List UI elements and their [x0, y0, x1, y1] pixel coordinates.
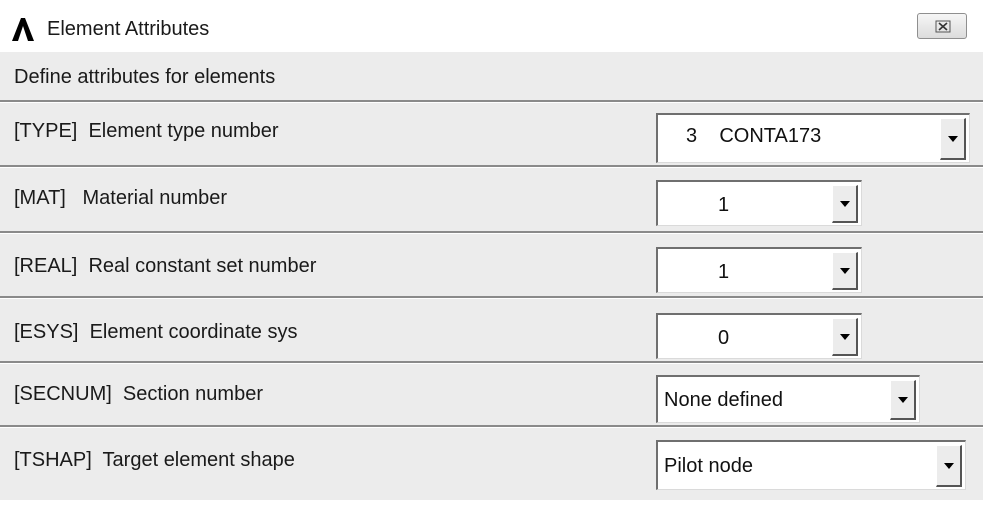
dialog-subtitle: Define attributes for elements: [14, 66, 276, 88]
real-select[interactable]: 1: [656, 247, 862, 293]
chevron-down-icon: [840, 201, 850, 207]
dialog-subheader: Define attributes for elements: [0, 52, 983, 100]
esys-dropdown-button[interactable]: [832, 318, 858, 356]
mat-select-value: 1: [718, 194, 730, 216]
mat-label: [MAT] Material number: [14, 187, 228, 209]
separator: [0, 361, 983, 364]
separator: [0, 296, 983, 299]
title-bar: Element Attributes: [0, 0, 983, 52]
secnum-select[interactable]: None defined: [656, 375, 920, 423]
close-button[interactable]: [917, 13, 967, 39]
chevron-down-icon: [898, 397, 908, 403]
type-select[interactable]: 3 CONTA173: [656, 113, 970, 163]
type-select-value: 3 CONTA173: [686, 125, 822, 147]
esys-select[interactable]: 0: [656, 313, 862, 359]
close-icon: [935, 20, 951, 33]
tshap-select[interactable]: Pilot node: [656, 440, 966, 490]
separator: [0, 231, 983, 234]
type-dropdown-button[interactable]: [940, 118, 966, 160]
chevron-down-icon: [840, 334, 850, 340]
real-label: [REAL] Real constant set number: [14, 255, 317, 277]
separator: [0, 100, 983, 103]
chevron-down-icon: [944, 463, 954, 469]
element-attributes-dialog: Element Attributes Define attributes for…: [0, 0, 983, 510]
secnum-select-value: None defined: [664, 389, 783, 411]
ansys-logo-icon: [12, 18, 34, 41]
tshap-select-value: Pilot node: [664, 455, 753, 477]
secnum-label: [SECNUM] Section number: [14, 383, 263, 405]
real-select-value: 1: [718, 261, 730, 283]
chevron-down-icon: [948, 136, 958, 142]
real-dropdown-button[interactable]: [832, 252, 858, 290]
separator: [0, 425, 983, 428]
tshap-dropdown-button[interactable]: [936, 445, 962, 487]
tshap-label: [TSHAP] Target element shape: [14, 449, 295, 471]
mat-select[interactable]: 1: [656, 180, 862, 226]
chevron-down-icon: [840, 268, 850, 274]
bottom-edge: [0, 500, 983, 510]
type-label: [TYPE] Element type number: [14, 120, 279, 142]
esys-select-value: 0: [718, 327, 730, 349]
esys-label: [ESYS] Element coordinate sys: [14, 321, 298, 343]
window-title: Element Attributes: [47, 18, 210, 40]
secnum-dropdown-button[interactable]: [890, 380, 916, 420]
separator: [0, 165, 983, 168]
mat-dropdown-button[interactable]: [832, 185, 858, 223]
